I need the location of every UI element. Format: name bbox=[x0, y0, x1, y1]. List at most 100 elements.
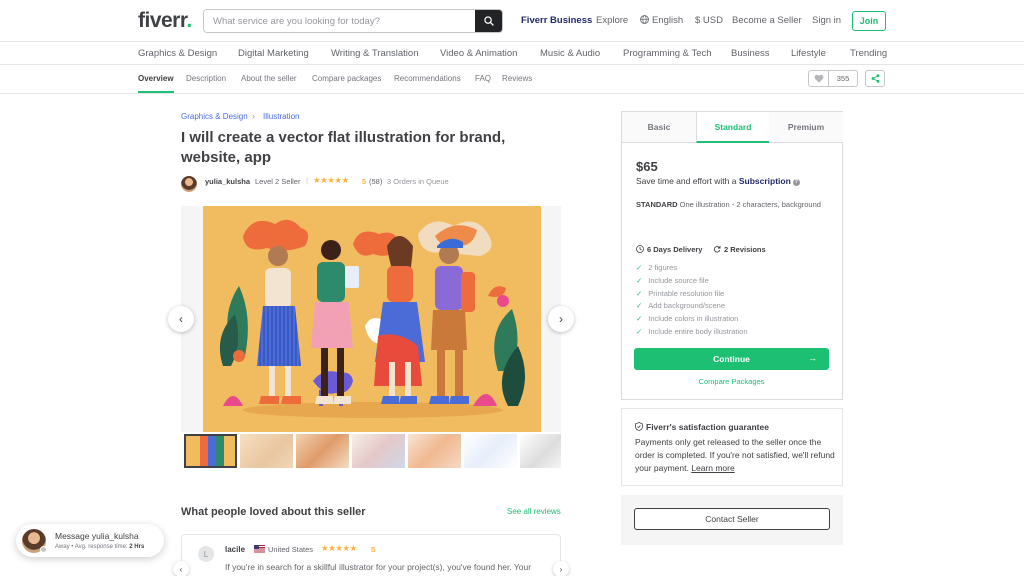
tab-description[interactable]: Description bbox=[186, 74, 226, 83]
package-price: $65 bbox=[636, 159, 658, 174]
us-flag-icon bbox=[254, 545, 265, 553]
arrow-right-icon: → bbox=[808, 353, 817, 363]
favorite-button[interactable] bbox=[808, 70, 829, 87]
breadcrumb-graphics-design[interactable]: Graphics & Design bbox=[181, 112, 248, 121]
review-prev-button[interactable]: ‹ bbox=[173, 561, 189, 576]
category-bar: Graphics & Design Digital Marketing Writ… bbox=[0, 43, 1024, 65]
revisions-label: 2 Revisions bbox=[724, 245, 766, 254]
category-video-animation[interactable]: Video & Animation bbox=[440, 48, 517, 59]
rating-score: 5 bbox=[362, 177, 367, 186]
gig-title: I will create a vector flat illustration… bbox=[181, 129, 506, 166]
feature-item: ✓ 2 figures bbox=[636, 263, 678, 272]
tab-recommendations[interactable]: Recommendations bbox=[394, 74, 461, 83]
join-button[interactable]: Join bbox=[852, 11, 886, 31]
check-icon: ✓ bbox=[636, 314, 643, 323]
tab-overview[interactable]: Overview bbox=[138, 74, 174, 83]
category-lifestyle[interactable]: Lifestyle bbox=[791, 48, 826, 59]
gig-main-image[interactable] bbox=[203, 206, 541, 432]
see-all-reviews-link[interactable]: See all reviews bbox=[507, 507, 561, 516]
category-business[interactable]: Business bbox=[731, 48, 770, 59]
review-score: 5 bbox=[371, 545, 376, 554]
gallery-thumbnail[interactable] bbox=[296, 434, 349, 468]
category-trending[interactable]: Trending bbox=[850, 48, 887, 59]
away-status-dot bbox=[40, 546, 47, 553]
reviews-heading: What people loved about this seller bbox=[181, 506, 366, 518]
rating-count[interactable]: (58) bbox=[369, 177, 382, 186]
package-description: STANDARD One illustration - 2 characters… bbox=[636, 199, 826, 210]
continue-label: Continue bbox=[713, 354, 750, 364]
review-next-button[interactable]: › bbox=[553, 561, 569, 576]
response-time-label: Avg. response time: bbox=[74, 544, 128, 550]
gallery-thumbnail[interactable] bbox=[464, 434, 517, 468]
tab-premium[interactable]: Premium bbox=[769, 112, 843, 143]
heart-icon bbox=[814, 74, 823, 83]
explore-link[interactable]: Explore bbox=[596, 15, 628, 26]
chevron-right-icon: › bbox=[559, 564, 563, 574]
category-digital-marketing[interactable]: Digital Marketing bbox=[238, 48, 309, 59]
review-card: L lacile United States ★★★★★ 5 If you're… bbox=[181, 534, 561, 576]
seller-name[interactable]: yulia_kulsha bbox=[205, 177, 250, 186]
search-input[interactable] bbox=[204, 10, 476, 32]
tab-about-seller[interactable]: About the seller bbox=[241, 74, 297, 83]
gallery-thumbnail[interactable] bbox=[408, 434, 461, 468]
chat-subtitle: Away • Avg. response time: 2 Hrs bbox=[55, 544, 145, 550]
tab-compare-packages[interactable]: Compare packages bbox=[312, 74, 381, 83]
gallery-thumbnails bbox=[181, 434, 561, 468]
search-button[interactable] bbox=[475, 10, 502, 32]
seller-level: Level 2 Seller bbox=[255, 177, 301, 186]
breadcrumb-illustration[interactable]: Illustration bbox=[263, 112, 299, 121]
sign-in-link[interactable]: Sign in bbox=[812, 15, 841, 26]
check-icon: ✓ bbox=[636, 289, 643, 298]
feature-item: ✓ Include colors in illustration bbox=[636, 314, 739, 323]
seller-avatar[interactable] bbox=[181, 176, 197, 192]
gallery-thumbnail[interactable] bbox=[520, 434, 561, 468]
refresh-icon bbox=[713, 246, 721, 253]
package-tier-text: One illustration - 2 characters, backgro… bbox=[679, 200, 821, 209]
category-writing-translation[interactable]: Writing & Translation bbox=[331, 48, 418, 59]
compare-packages-link[interactable]: Compare Packages bbox=[634, 377, 829, 386]
gallery-next-button[interactable]: › bbox=[548, 306, 574, 332]
feature-item: ✓ Include source file bbox=[636, 276, 709, 285]
gallery-prev-button[interactable]: ‹ bbox=[168, 306, 194, 332]
rating-stars: ★★★★★ bbox=[313, 175, 349, 185]
check-icon: ✓ bbox=[636, 327, 643, 336]
gig-gallery bbox=[181, 206, 561, 432]
tab-basic[interactable]: Basic bbox=[622, 112, 696, 143]
favorite-count: 355 bbox=[829, 70, 858, 87]
currency-selector[interactable]: $ USD bbox=[695, 15, 723, 26]
continue-button[interactable]: Continue → bbox=[634, 348, 829, 370]
delivery-label: 6 Days Delivery bbox=[647, 245, 703, 254]
category-programming-tech[interactable]: Programming & Tech bbox=[623, 48, 712, 59]
subscription-link[interactable]: Subscription bbox=[739, 176, 791, 186]
active-tab-indicator bbox=[138, 91, 174, 93]
tab-standard[interactable]: Standard bbox=[696, 112, 770, 143]
guarantee-title: Fiverr's satisfaction guarantee bbox=[635, 422, 769, 432]
chevron-left-icon: ‹ bbox=[179, 564, 183, 574]
fiverr-business-link[interactable]: Fiverr Business bbox=[521, 15, 592, 26]
gallery-thumbnail[interactable] bbox=[184, 434, 237, 468]
share-button[interactable] bbox=[865, 70, 885, 87]
globe-icon bbox=[640, 15, 649, 24]
gallery-thumbnail[interactable] bbox=[240, 434, 293, 468]
category-graphics-design[interactable]: Graphics & Design bbox=[138, 48, 217, 59]
tab-reviews[interactable]: Reviews bbox=[502, 74, 532, 83]
language-selector[interactable]: English bbox=[640, 15, 683, 26]
category-music-audio[interactable]: Music & Audio bbox=[540, 48, 600, 59]
fiverr-logo[interactable]: fiverr. bbox=[138, 9, 192, 33]
share-icon bbox=[871, 74, 879, 83]
info-icon[interactable]: ? bbox=[792, 179, 800, 186]
subscription-line: Save time and effort with a Subscription… bbox=[636, 176, 800, 186]
gallery-thumbnail[interactable] bbox=[352, 434, 405, 468]
learn-more-link[interactable]: Learn more bbox=[691, 463, 734, 473]
reviewer-avatar: L bbox=[198, 546, 214, 562]
tab-faq[interactable]: FAQ bbox=[475, 74, 491, 83]
subscription-text: Save time and effort with a bbox=[636, 176, 737, 186]
clock-icon bbox=[636, 245, 644, 253]
check-icon: ✓ bbox=[636, 301, 643, 310]
review-text: If you're in search for a skillful illus… bbox=[225, 562, 532, 576]
message-seller-bubble[interactable]: Message yulia_kulsha Away • Avg. respons… bbox=[16, 524, 164, 557]
guarantee-text: Payments only get released to the seller… bbox=[635, 436, 835, 475]
become-seller-link[interactable]: Become a Seller bbox=[732, 15, 802, 26]
guarantee-title-text: Fiverr's satisfaction guarantee bbox=[646, 422, 769, 432]
contact-seller-button[interactable]: Contact Seller bbox=[634, 508, 830, 530]
